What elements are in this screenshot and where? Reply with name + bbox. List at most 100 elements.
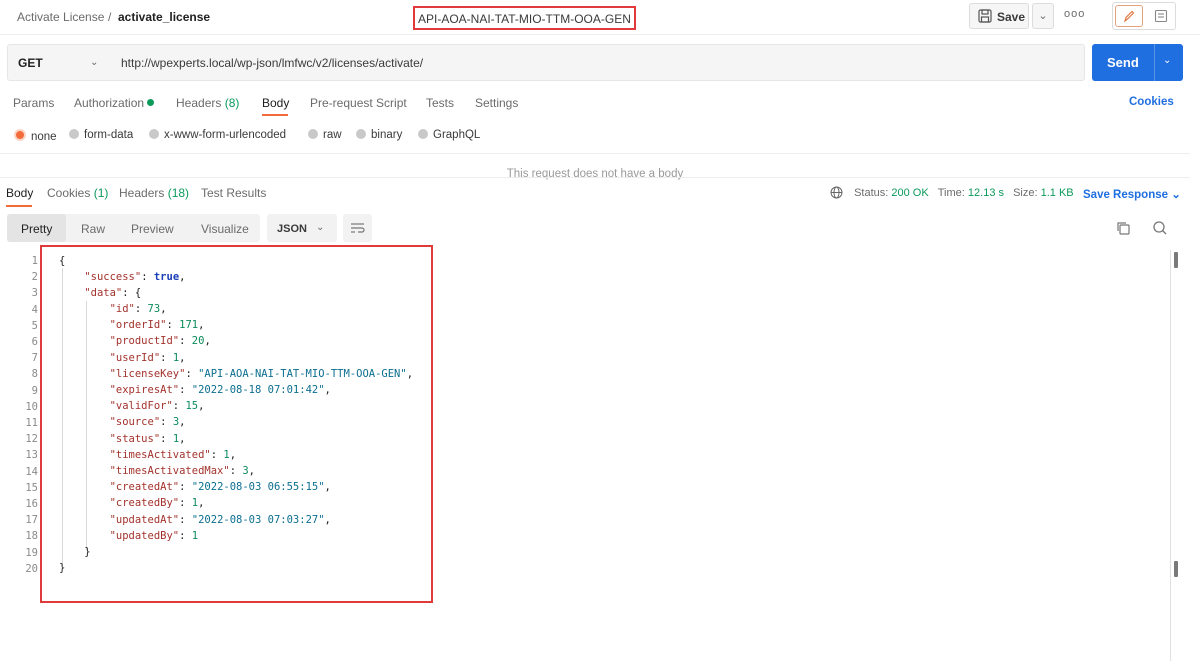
- line-number: 15: [25, 481, 38, 494]
- globe-icon[interactable]: [830, 186, 843, 199]
- pencil-icon: [1123, 10, 1135, 23]
- line-number: 1: [31, 255, 38, 267]
- headers-count: (18): [167, 186, 190, 200]
- tab-headers[interactable]: Headers (8): [176, 96, 239, 110]
- divider: [0, 153, 1190, 154]
- response-tab-headers[interactable]: Headers (18): [119, 186, 189, 200]
- radio-label: binary: [371, 129, 403, 141]
- line-number: 7: [31, 352, 38, 365]
- scrollbar[interactable]: [1170, 250, 1171, 661]
- chevron-down-icon: ⌄: [1171, 189, 1181, 201]
- scrollbar-thumb[interactable]: [1174, 252, 1178, 268]
- body-type-graphql[interactable]: GraphQL: [418, 129, 480, 141]
- line-number: 2: [31, 271, 38, 284]
- send-button[interactable]: Send ⌄: [1092, 44, 1183, 81]
- line-number: 8: [31, 368, 38, 381]
- line-number: 10: [25, 400, 38, 413]
- body-type-form-data[interactable]: form-data: [69, 129, 133, 141]
- radio-icon: [356, 129, 366, 139]
- view-mode-toggle: [1112, 2, 1176, 30]
- response-tab-body[interactable]: Body: [6, 186, 33, 200]
- format-raw-button[interactable]: Raw: [81, 222, 105, 236]
- more-options-button[interactable]: ooo: [1064, 8, 1085, 20]
- format-pretty-button[interactable]: Pretty: [7, 214, 66, 242]
- body-type-binary[interactable]: binary: [356, 129, 402, 141]
- response-cookies-label: Cookies: [47, 186, 91, 200]
- status-label: Status:: [854, 187, 889, 199]
- scrollbar-thumb[interactable]: [1174, 561, 1178, 577]
- http-method-select[interactable]: GET: [18, 56, 43, 70]
- line-number: 17: [25, 514, 38, 527]
- save-button[interactable]: Save: [969, 3, 1029, 29]
- line-number: 9: [31, 384, 38, 397]
- radio-icon: [308, 129, 318, 139]
- tab-tests[interactable]: Tests: [426, 96, 454, 110]
- radio-label: none: [31, 131, 57, 143]
- line-number: 6: [31, 336, 38, 348]
- no-body-message: This request does not have a body: [506, 168, 684, 180]
- document-icon: [1154, 9, 1168, 23]
- edit-mode-button[interactable]: [1115, 5, 1143, 27]
- line-number: 11: [25, 417, 38, 429]
- cookies-link[interactable]: Cookies: [1129, 96, 1174, 108]
- radio-icon: [69, 129, 79, 139]
- body-type-urlencoded[interactable]: x-www-form-urlencoded: [149, 129, 286, 141]
- breadcrumb-separator: /: [108, 10, 112, 24]
- request-name[interactable]: activate_license: [118, 10, 210, 24]
- format-visualize-button[interactable]: Visualize: [201, 222, 249, 236]
- url-bar: GET ⌄ http://wpexperts.local/wp-json/lmf…: [7, 44, 1085, 81]
- line-number: 14: [25, 465, 38, 478]
- chevron-down-icon[interactable]: ⌄: [90, 57, 98, 68]
- response-highlight-box: [40, 245, 433, 603]
- chevron-down-icon[interactable]: ⌄: [1163, 55, 1171, 66]
- time-value[interactable]: 12.13 s: [968, 187, 1004, 199]
- chevron-down-icon: ⌄: [316, 222, 325, 233]
- radio-label: GraphQL: [433, 129, 481, 141]
- format-preview-button[interactable]: Preview: [131, 222, 174, 236]
- line-number: 5: [31, 319, 38, 332]
- save-options-dropdown[interactable]: ⌄: [1032, 3, 1054, 29]
- save-response-button[interactable]: Save Response ⌄: [1083, 187, 1181, 201]
- save-icon: [978, 9, 992, 23]
- radio-icon: [418, 129, 428, 139]
- line-number: 18: [25, 530, 38, 543]
- line-number: 20: [25, 562, 38, 575]
- format-pretty-label: Pretty: [21, 222, 53, 236]
- active-tab-indicator: [262, 114, 288, 116]
- time-label: Time:: [937, 187, 965, 199]
- wrap-lines-icon: [351, 223, 365, 233]
- response-tab-cookies[interactable]: Cookies (1): [47, 186, 108, 200]
- status-value[interactable]: 200 OK: [891, 187, 928, 199]
- radio-label: form-data: [84, 129, 134, 141]
- line-number: 3: [31, 287, 38, 300]
- tab-headers-label: Headers: [176, 96, 222, 110]
- tab-params[interactable]: Params: [13, 96, 54, 110]
- tab-authorization[interactable]: Authorization: [74, 96, 144, 110]
- send-divider: [1154, 44, 1155, 81]
- copy-icon[interactable]: [1116, 221, 1131, 236]
- breadcrumb-collection[interactable]: Activate License: [17, 10, 104, 24]
- tab-authorization-label: Authorization: [74, 96, 145, 110]
- url-input[interactable]: http://wpexperts.local/wp-json/lmfwc/v2/…: [121, 56, 423, 70]
- size-value[interactable]: 1.1 KB: [1041, 187, 1074, 199]
- documentation-button[interactable]: [1149, 6, 1173, 26]
- url-license-key-highlight[interactable]: API-AOA-NAI-TAT-MIO-TTM-OOA-GEN: [413, 6, 636, 30]
- tab-prerequest-script[interactable]: Pre-request Script: [310, 96, 407, 110]
- response-status: Status: 200 OK Time: 12.13 s Size: 1.1 K…: [830, 186, 1074, 199]
- wrap-lines-button[interactable]: [343, 214, 372, 242]
- response-tab-test-results[interactable]: Test Results: [201, 186, 266, 200]
- headers-count: (8): [224, 96, 240, 110]
- divider: [0, 177, 1190, 178]
- line-number: 12: [25, 433, 38, 446]
- body-type-none[interactable]: none: [14, 129, 57, 143]
- cookies-count: (1): [93, 186, 109, 200]
- line-number: 19: [25, 546, 38, 559]
- format-tabs: Pretty Raw Preview Visualize: [7, 214, 260, 242]
- body-type-raw[interactable]: raw: [308, 129, 342, 141]
- tab-body[interactable]: Body: [262, 96, 289, 110]
- size-label: Size:: [1013, 187, 1038, 199]
- tab-settings[interactable]: Settings: [475, 96, 518, 110]
- search-icon[interactable]: [1152, 220, 1168, 236]
- line-number: 13: [25, 449, 38, 462]
- language-select[interactable]: JSON ⌄: [267, 214, 337, 242]
